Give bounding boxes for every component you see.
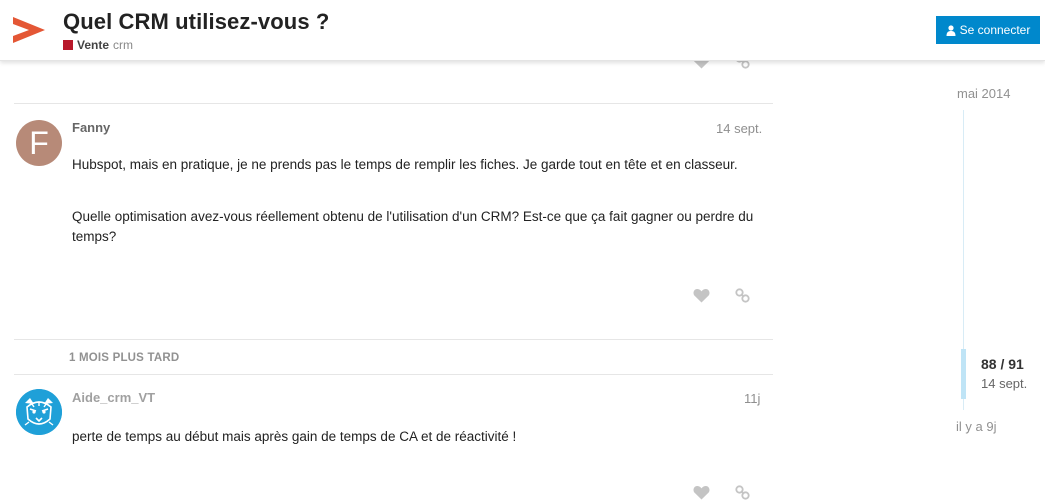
avatar-letter: F bbox=[16, 120, 62, 166]
post-divider bbox=[14, 103, 773, 104]
timeline-end-date[interactable]: il y a 9j bbox=[956, 419, 996, 434]
heart-icon[interactable] bbox=[693, 288, 710, 303]
user-icon bbox=[946, 24, 956, 36]
avatar[interactable]: F bbox=[16, 120, 62, 166]
tiger-avatar-icon bbox=[16, 389, 62, 435]
site-logo-icon[interactable] bbox=[13, 15, 45, 45]
post-body-paragraph: Quelle optimisation avez-vous réellement… bbox=[72, 209, 754, 244]
link-icon[interactable] bbox=[735, 288, 750, 303]
topic-category-row: Vente crm bbox=[63, 38, 133, 52]
avatar[interactable] bbox=[16, 389, 62, 435]
post-username[interactable]: Fanny bbox=[72, 120, 110, 135]
timeline-current-date: 14 sept. bbox=[981, 376, 1028, 391]
link-icon[interactable] bbox=[735, 485, 750, 500]
login-button-label: Se connecter bbox=[959, 23, 1031, 37]
heart-icon[interactable] bbox=[693, 485, 710, 500]
login-button[interactable]: Se connecter bbox=[936, 16, 1040, 44]
post-divider bbox=[14, 374, 773, 375]
time-gap-label: 1 MOIS PLUS TARD bbox=[69, 352, 180, 364]
timeline-post-counter: 88 / 91 bbox=[981, 356, 1024, 372]
post-body-paragraph: Hubspot, mais en pratique, je ne prends … bbox=[72, 157, 738, 172]
site-header: Quel CRM utilisez-vous ? Vente crm Se co… bbox=[0, 0, 1045, 61]
category-link[interactable]: Vente bbox=[77, 38, 109, 52]
post-username[interactable]: Aide_crm_VT bbox=[72, 390, 155, 405]
category-color-badge bbox=[63, 40, 73, 50]
post-body-paragraph: perte de temps au début mais après gain … bbox=[72, 429, 517, 444]
post-date[interactable]: 14 sept. bbox=[716, 121, 762, 136]
timeline-scroll-handle[interactable] bbox=[961, 349, 966, 399]
tag-link[interactable]: crm bbox=[113, 38, 133, 52]
post-divider bbox=[14, 339, 773, 340]
topic-title[interactable]: Quel CRM utilisez-vous ? bbox=[63, 9, 329, 35]
timeline-start-date[interactable]: mai 2014 bbox=[957, 86, 1010, 101]
post-date[interactable]: 11j bbox=[744, 391, 760, 406]
